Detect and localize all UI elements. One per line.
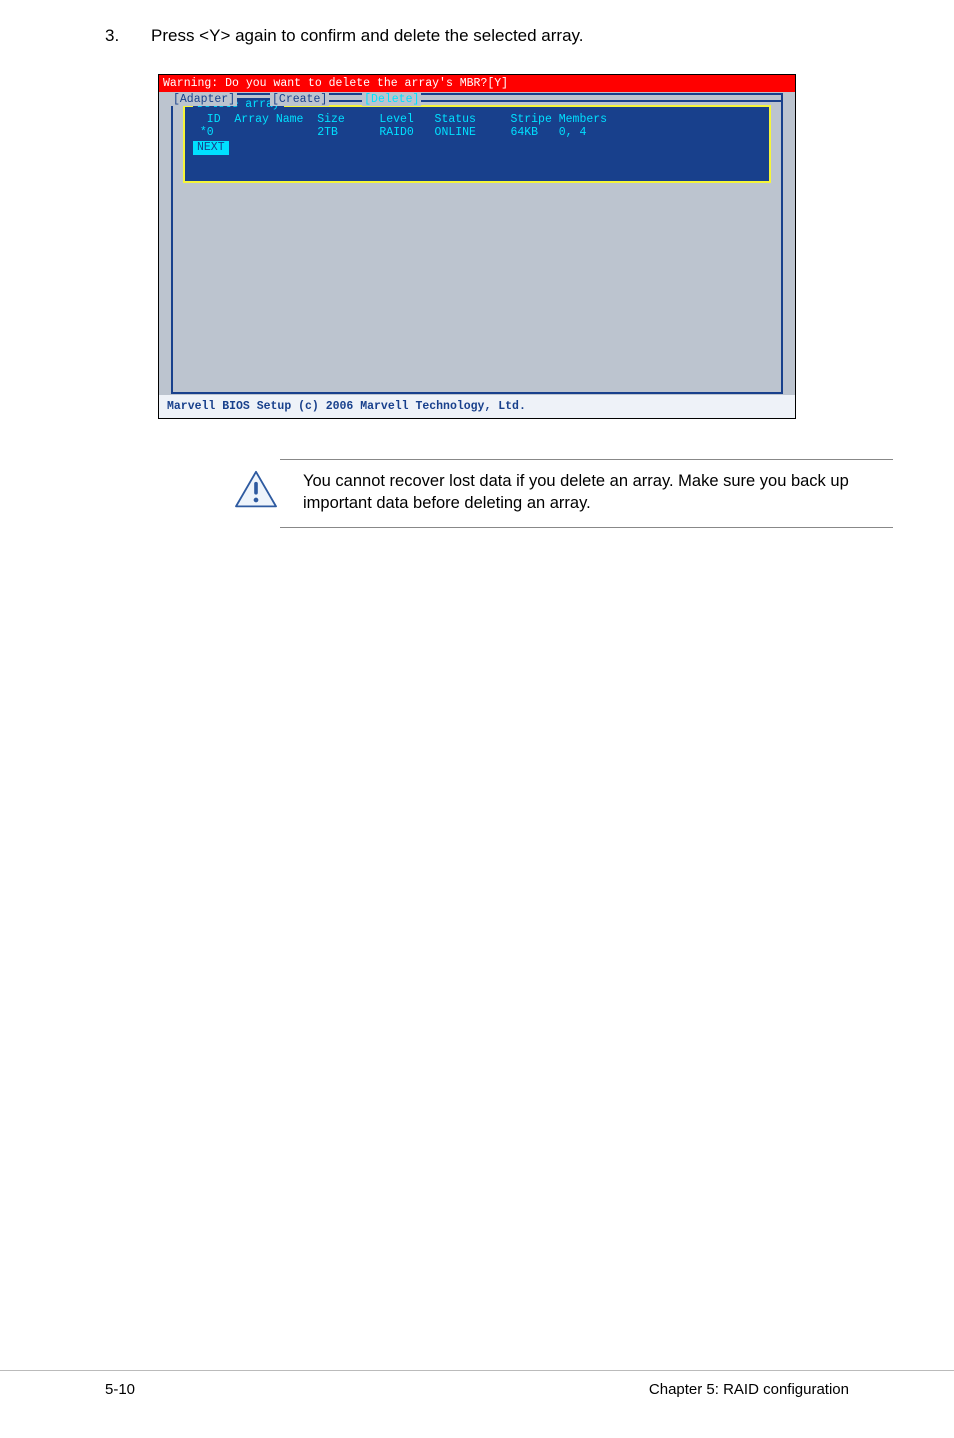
bios-warning-bar: Warning: Do you want to delete the array… bbox=[159, 75, 795, 92]
bios-screenshot: Warning: Do you want to delete the array… bbox=[158, 74, 796, 419]
delete-array-panel: Delete array ID Array Name Size Level St… bbox=[183, 105, 771, 183]
tab-create[interactable]: [Create] bbox=[270, 93, 329, 106]
step-3: 3. Press <Y> again to confirm and delete… bbox=[105, 26, 849, 46]
tab-adapter[interactable]: [Adapter] bbox=[171, 93, 237, 106]
next-button[interactable]: NEXT bbox=[193, 141, 229, 154]
panel-data-row[interactable]: *0 2TB RAID0 ONLINE 64KB 0, 4 bbox=[193, 126, 761, 139]
tab-delete[interactable]: [Delete] bbox=[362, 93, 421, 106]
bios-main-frame: Delete array ID Array Name Size Level St… bbox=[171, 93, 783, 394]
caution-text: You cannot recover lost data if you dele… bbox=[303, 470, 893, 515]
warning-icon bbox=[232, 470, 280, 510]
panel-header-row: ID Array Name Size Level Status Stripe M… bbox=[193, 113, 761, 126]
step-text: Press <Y> again to confirm and delete th… bbox=[151, 26, 849, 46]
chapter-label: Chapter 5: RAID configuration bbox=[649, 1381, 849, 1398]
caution-note: You cannot recover lost data if you dele… bbox=[280, 459, 893, 528]
step-number: 3. bbox=[105, 26, 123, 46]
bios-footer-text: Marvell BIOS Setup (c) 2006 Marvell Tech… bbox=[159, 395, 795, 418]
page-number: 5-10 bbox=[105, 1381, 135, 1398]
page-footer: 5-10 Chapter 5: RAID configuration bbox=[0, 1370, 954, 1398]
